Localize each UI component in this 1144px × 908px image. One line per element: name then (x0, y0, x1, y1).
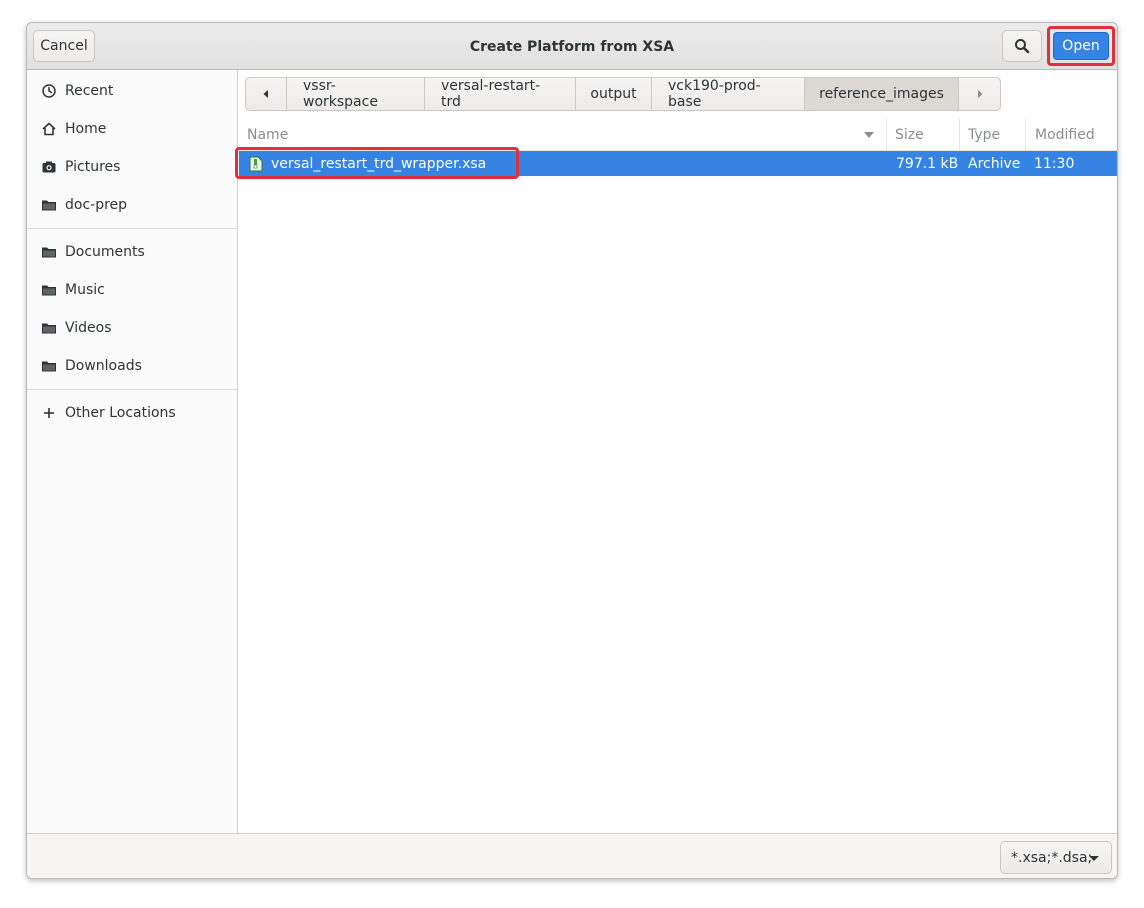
folder-icon (41, 197, 57, 213)
folder-icon (41, 282, 57, 298)
folder-icon (41, 244, 57, 260)
path-crumb-current[interactable]: reference_images (805, 78, 959, 110)
sidebar-item-label: Music (65, 282, 105, 298)
path-back-button[interactable] (246, 78, 287, 110)
sidebar-item-label: doc-prep (65, 197, 128, 213)
path-bar: vssr-workspace versal-restart-trd output… (245, 77, 1001, 111)
sidebar-item-label: Pictures (65, 159, 121, 175)
chevron-right-icon (977, 90, 982, 98)
file-type: Archive (968, 155, 1021, 172)
folder-icon (41, 358, 57, 374)
column-modified[interactable]: Modified (1026, 119, 1117, 151)
home-icon (41, 121, 57, 137)
file-modified: 11:30 (1034, 155, 1075, 172)
column-type[interactable]: Type (960, 119, 1026, 151)
sidebar-item-label: Documents (65, 244, 145, 260)
column-name-label: Name (247, 127, 289, 143)
chevron-left-icon (263, 90, 268, 98)
path-crumb[interactable]: versal-restart-trd (425, 78, 576, 110)
chevron-down-icon (1089, 856, 1099, 861)
file-filter-dropdown[interactable]: *.xsa;*.dsa; (1000, 841, 1112, 874)
file-row[interactable]: versal_restart_trd_wrapper.xsa 797.1 kB … (235, 147, 1117, 179)
search-icon (1015, 39, 1030, 54)
open-button[interactable]: Open (1053, 32, 1109, 60)
file-chooser-dialog: Create Platform from XSA Cancel Open Rec… (26, 22, 1118, 879)
file-filter-value: *.xsa;*.dsa; (1011, 849, 1093, 866)
sidebar-item-downloads[interactable]: Downloads (27, 348, 237, 384)
sidebar-item-label: Downloads (65, 358, 142, 374)
sidebar-separator (27, 389, 237, 390)
sidebar-item-label: Home (65, 121, 107, 137)
clock-icon (41, 83, 57, 99)
dialog-title: Create Platform from XSA (469, 38, 675, 55)
sidebar-item-label: Recent (65, 83, 114, 99)
sidebar-item-documents[interactable]: Documents (27, 234, 237, 270)
sidebar-item-label: Videos (65, 320, 112, 336)
sort-descending-icon (864, 132, 874, 138)
camera-icon (41, 159, 57, 175)
file-row-highlight (235, 147, 519, 179)
sidebar-item-other-locations[interactable]: Other Locations (27, 395, 237, 431)
places-sidebar: Recent Home Pictures doc-prep Documents … (27, 70, 238, 833)
path-crumb[interactable]: vck190-prod-base (652, 78, 805, 110)
header-bar: Create Platform from XSA Cancel Open (27, 23, 1117, 70)
sidebar-item-recent[interactable]: Recent (27, 73, 237, 109)
sidebar-item-label: Other Locations (65, 405, 176, 421)
sidebar-item-doc-prep[interactable]: doc-prep (27, 187, 237, 223)
path-forward-button[interactable] (959, 78, 1000, 110)
sidebar-separator (27, 228, 237, 229)
column-size[interactable]: Size (887, 119, 960, 151)
path-crumb[interactable]: output (576, 78, 652, 110)
file-size: 797.1 kB (896, 155, 959, 172)
plus-icon (41, 405, 57, 421)
sidebar-item-pictures[interactable]: Pictures (27, 149, 237, 185)
open-button-highlight: Open (1047, 26, 1115, 66)
folder-icon (41, 320, 57, 336)
bottom-bar: *.xsa;*.dsa; (27, 833, 1117, 878)
sidebar-item-videos[interactable]: Videos (27, 310, 237, 346)
file-browser: vssr-workspace versal-restart-trd output… (235, 70, 1117, 833)
search-button[interactable] (1002, 30, 1042, 62)
sidebar-item-music[interactable]: Music (27, 272, 237, 308)
cancel-button[interactable]: Cancel (33, 30, 95, 62)
path-crumb[interactable]: vssr-workspace (287, 78, 425, 110)
sidebar-item-home[interactable]: Home (27, 111, 237, 147)
